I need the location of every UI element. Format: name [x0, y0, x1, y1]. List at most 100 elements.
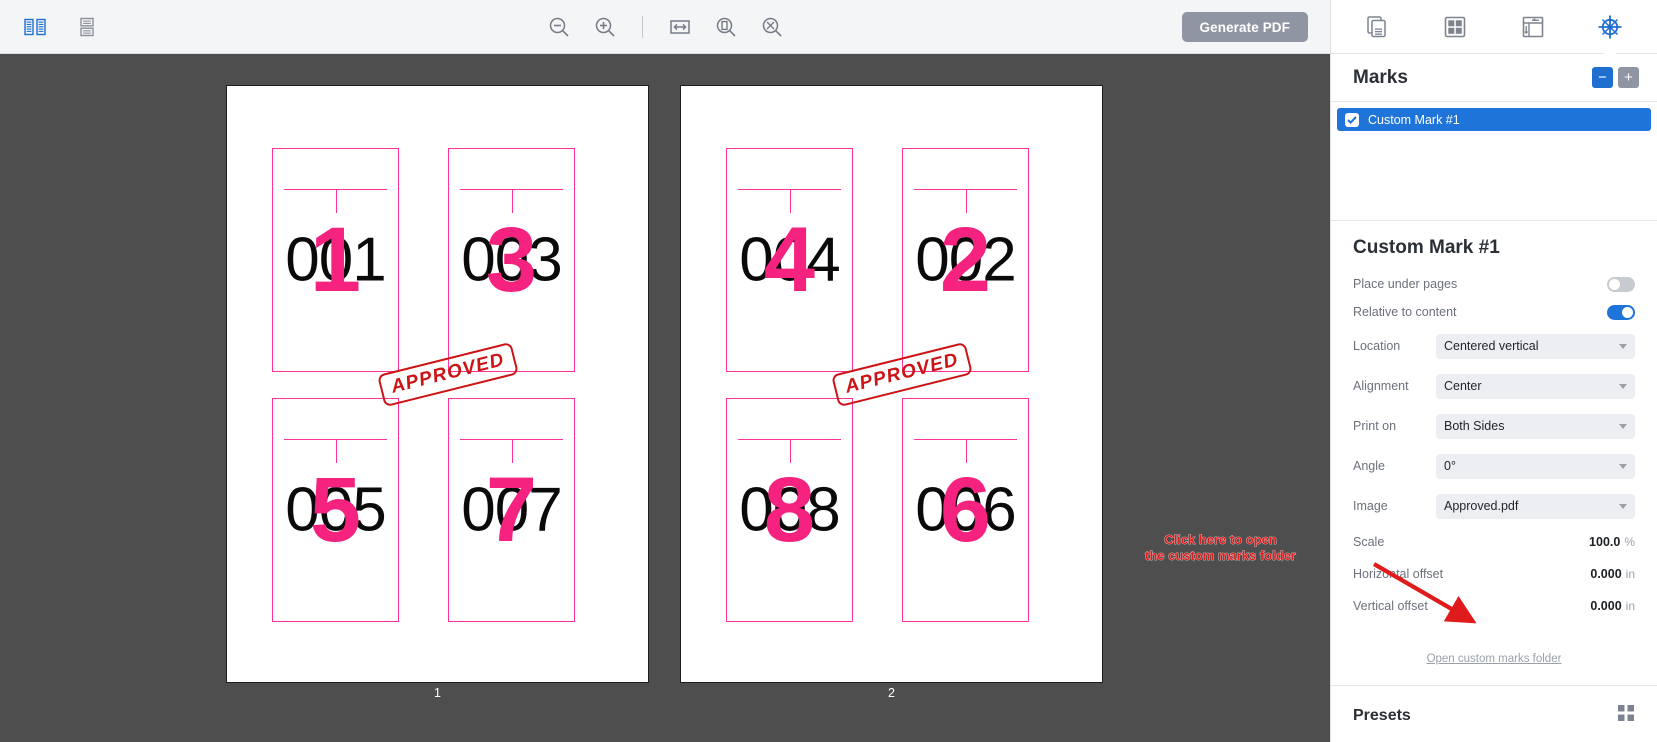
sheet-page[interactable]: 001 1 003 3 005 5 007 7 APPROVED 1: [227, 86, 648, 700]
vertical-offset-value: 0.000: [1590, 599, 1622, 613]
tab-imposition[interactable]: [1511, 7, 1555, 47]
preset-grid-icon[interactable]: [1617, 704, 1635, 727]
toggle-knob: [1609, 278, 1620, 290]
property-row-alignment: Alignment Center: [1353, 367, 1635, 405]
chevron-down-icon: [1619, 344, 1627, 349]
tab-pages[interactable]: [1356, 7, 1400, 47]
marks-list[interactable]: Custom Mark #1: [1331, 102, 1657, 220]
marks-header-buttons: − +: [1592, 67, 1639, 88]
tab-layout[interactable]: [1433, 7, 1477, 47]
panel-tab-bar: [1331, 0, 1657, 55]
location-value: Centered vertical: [1444, 339, 1539, 353]
open-custom-marks-folder-link[interactable]: Open custom marks folder: [1427, 653, 1562, 665]
card-number-pink: 3: [485, 209, 538, 311]
property-label: Scale: [1353, 535, 1385, 549]
right-sidebar: Marks − + Custom Mark #1 Custom Mark #1 …: [1330, 0, 1657, 742]
imposed-card[interactable]: 003 3: [448, 148, 575, 372]
print-on-select[interactable]: Both Sides: [1436, 413, 1635, 439]
marks-title: Marks: [1353, 66, 1408, 88]
place-under-pages-toggle[interactable]: [1607, 276, 1635, 292]
angle-value: 0°: [1444, 459, 1456, 473]
top-toolbar: Generate PDF: [0, 0, 1330, 54]
property-label: Alignment: [1353, 379, 1409, 393]
toggle-knob: [1622, 306, 1633, 318]
tab-marks[interactable]: [1588, 7, 1632, 55]
card-number-pink: 2: [939, 209, 992, 311]
scale-value: 100.0: [1589, 535, 1621, 549]
chevron-down-icon: [1619, 464, 1627, 469]
fit-width-icon[interactable]: [665, 12, 695, 42]
card-number-pink: 4: [763, 209, 816, 311]
sheet-wrapper: 001 1 003 3 005 5 007 7 APPROVED 1: [227, 86, 648, 700]
print-on-value: Both Sides: [1444, 419, 1505, 433]
property-label: Image: [1353, 499, 1388, 513]
fit-all-icon[interactable]: [757, 12, 787, 42]
spread-view-icon[interactable]: [20, 12, 50, 42]
card-number-pink: 7: [485, 459, 538, 561]
sheet-page-number: 1: [434, 686, 441, 700]
sheet-wrapper: 004 4 002 2 008 8 006 6 APPROVED 2: [681, 86, 1102, 700]
angle-select[interactable]: 0°: [1436, 453, 1635, 479]
imposed-card[interactable]: 004 4: [726, 148, 853, 372]
property-label: Vertical offset: [1353, 599, 1428, 613]
zoom-out-icon[interactable]: [544, 12, 574, 42]
scale-value-group[interactable]: 100.0%: [1589, 535, 1635, 549]
fit-page-icon[interactable]: [711, 12, 741, 42]
property-label: Angle: [1353, 459, 1385, 473]
vertical-offset-value-group[interactable]: 0.000 in: [1590, 599, 1635, 613]
card-number-pink: 8: [763, 459, 816, 561]
property-row-location: Location Centered vertical: [1353, 327, 1635, 365]
imposed-card[interactable]: 005 5: [272, 398, 399, 622]
image-value: Approved.pdf: [1444, 499, 1519, 513]
mark-properties-panel: Custom Mark #1 Place under pages Relativ…: [1331, 220, 1657, 685]
properties-title: Custom Mark #1: [1353, 237, 1500, 258]
alignment-select[interactable]: Center: [1436, 373, 1635, 399]
property-label: Relative to content: [1353, 305, 1457, 319]
chevron-down-icon: [1619, 504, 1627, 509]
property-row-horizontal-offset: Horizontal offset 0.000 in: [1353, 559, 1635, 589]
horizontal-offset-value-group[interactable]: 0.000 in: [1590, 567, 1635, 581]
chevron-down-icon: [1619, 424, 1627, 429]
single-page-view-icon[interactable]: [72, 12, 102, 42]
property-label: Horizontal offset: [1353, 567, 1444, 581]
property-row-scale: Scale 100.0%: [1353, 527, 1635, 557]
toolbar-left-group: [20, 12, 102, 42]
card-number-pink: 5: [309, 459, 362, 561]
imposed-card[interactable]: 002 2: [902, 148, 1029, 372]
imposed-card[interactable]: 001 1: [272, 148, 399, 372]
imposed-card[interactable]: 008 8: [726, 398, 853, 622]
list-item[interactable]: Custom Mark #1: [1337, 108, 1651, 131]
sheet-page[interactable]: 004 4 002 2 008 8 006 6 APPROVED 2: [681, 86, 1102, 700]
property-row-relative-to-content: Relative to content: [1353, 299, 1635, 325]
imposed-card[interactable]: 006 6: [902, 398, 1029, 622]
marks-section-header: Marks − +: [1331, 54, 1657, 102]
property-row-vertical-offset: Vertical offset 0.000 in: [1353, 591, 1635, 621]
zoom-in-icon[interactable]: [590, 12, 620, 42]
chevron-down-icon: [1619, 384, 1627, 389]
open-folder-row: Open custom marks folder: [1353, 623, 1635, 685]
image-select[interactable]: Approved.pdf: [1436, 493, 1635, 519]
presets-section: Presets: [1331, 685, 1657, 742]
scale-unit: %: [1624, 535, 1635, 549]
property-label: Location: [1353, 339, 1401, 353]
location-select[interactable]: Centered vertical: [1436, 333, 1635, 359]
horizontal-offset-unit: in: [1625, 567, 1635, 581]
generate-pdf-button[interactable]: Generate PDF: [1181, 12, 1308, 42]
imposed-card[interactable]: 007 7: [448, 398, 575, 622]
alignment-value: Center: [1444, 379, 1482, 393]
toolbar-zoom-group: [0, 0, 1330, 54]
sheet-page-number: 2: [888, 686, 895, 700]
imposition-canvas[interactable]: 001 1 003 3 005 5 007 7 APPROVED 1 004 4…: [0, 54, 1330, 742]
add-mark-button[interactable]: +: [1618, 67, 1639, 88]
property-row-place-under-pages: Place under pages: [1353, 271, 1635, 297]
card-number-pink: 6: [939, 459, 992, 561]
mark-checkbox[interactable]: [1345, 112, 1359, 127]
remove-mark-button[interactable]: −: [1592, 67, 1613, 88]
presets-title: Presets: [1353, 706, 1411, 724]
property-label: Print on: [1353, 419, 1397, 433]
app-window: Generate PDF 001 1 003 3 005 5 007 7 APP…: [0, 0, 1657, 742]
card-number-pink: 1: [309, 209, 362, 311]
property-row-image: Image Approved.pdf: [1353, 487, 1635, 525]
relative-to-content-toggle[interactable]: [1607, 304, 1635, 320]
horizontal-offset-value: 0.000: [1590, 567, 1622, 581]
